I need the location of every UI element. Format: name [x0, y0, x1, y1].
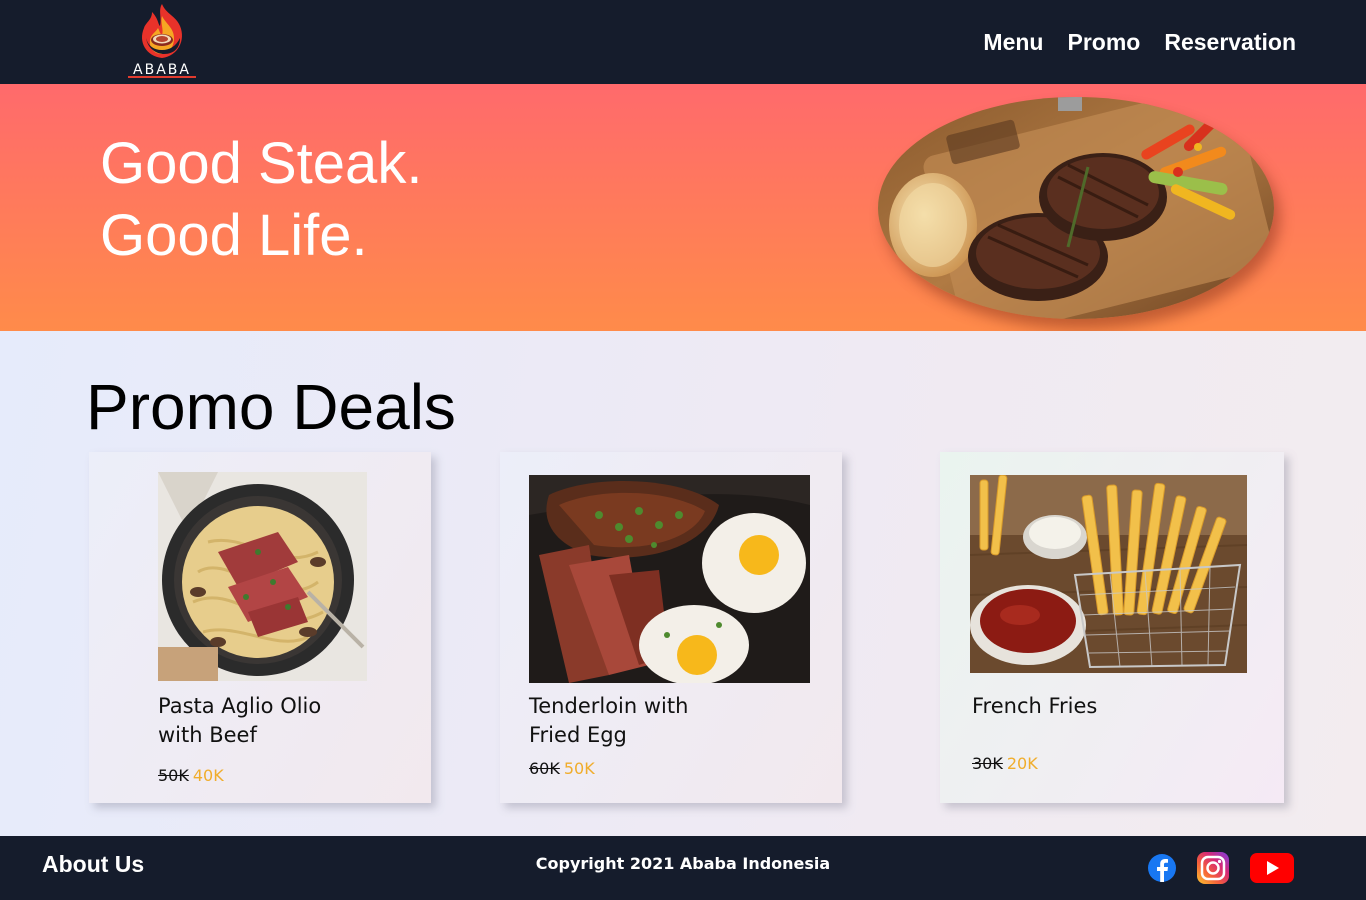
promo-card-tenderloin[interactable]: Tenderloin with Fried Egg 60K 50K	[500, 452, 842, 803]
nav-menu-link[interactable]: Menu	[983, 28, 1043, 56]
steak-plate-photo	[878, 97, 1274, 319]
hero-tagline: Good Steak. Good Life.	[100, 128, 422, 272]
old-price: 30K	[972, 754, 1003, 773]
promo-item-name: Tenderloin with Fried Egg	[529, 692, 809, 750]
new-price: 20K	[1006, 754, 1038, 773]
footer: About Us Copyright 2021 Ababa Indonesia	[0, 836, 1366, 900]
promo-item-name-line1: Tenderloin with	[529, 694, 689, 718]
nav-reservation-link[interactable]: Reservation	[1164, 28, 1296, 56]
tenderloin-egg-photo	[529, 475, 810, 683]
promo-item-name-line1: Pasta Aglio Olio	[158, 694, 322, 718]
promo-item-name: Pasta Aglio Olio with Beef	[158, 692, 418, 750]
promo-item-name-line2: Fried Egg	[529, 723, 627, 747]
hero-tagline-line2: Good Life.	[100, 203, 368, 268]
nav-promo-link[interactable]: Promo	[1067, 28, 1140, 56]
old-price: 60K	[529, 759, 560, 778]
promo-item-name-line1: French Fries	[972, 694, 1098, 718]
youtube-icon[interactable]	[1250, 852, 1294, 889]
promo-item-name-line2: with Beef	[158, 723, 257, 747]
promo-section: Promo Deals Pasta Aglio Olio with Beef 5…	[0, 331, 1366, 836]
promo-heading: Promo Deals	[86, 371, 456, 443]
facebook-icon[interactable]	[1147, 852, 1177, 887]
promo-card-fries[interactable]: French Fries 30K 20K	[940, 452, 1284, 803]
new-price: 40K	[192, 766, 224, 785]
instagram-icon[interactable]	[1197, 852, 1229, 889]
hero-tagline-line1: Good Steak.	[100, 131, 423, 196]
flame-logo-icon	[142, 4, 182, 58]
hero-banner: Good Steak. Good Life.	[0, 84, 1366, 331]
promo-item-name: French Fries	[972, 692, 1252, 721]
new-price: 50K	[563, 759, 595, 778]
promo-card-pasta[interactable]: Pasta Aglio Olio with Beef 50K 40K	[89, 452, 431, 803]
logo-underline	[128, 76, 196, 78]
ababa-logo[interactable]: ABABA	[126, 2, 198, 80]
top-navbar: ABABA Menu Promo Reservation	[0, 0, 1366, 84]
old-price: 50K	[158, 766, 189, 785]
pasta-beef-photo	[158, 472, 367, 681]
promo-item-price: 60K 50K	[529, 759, 595, 778]
promo-item-price: 30K 20K	[972, 754, 1038, 773]
main-nav: Menu Promo Reservation	[983, 28, 1296, 56]
promo-item-price: 50K 40K	[158, 766, 224, 785]
french-fries-photo	[970, 475, 1247, 673]
